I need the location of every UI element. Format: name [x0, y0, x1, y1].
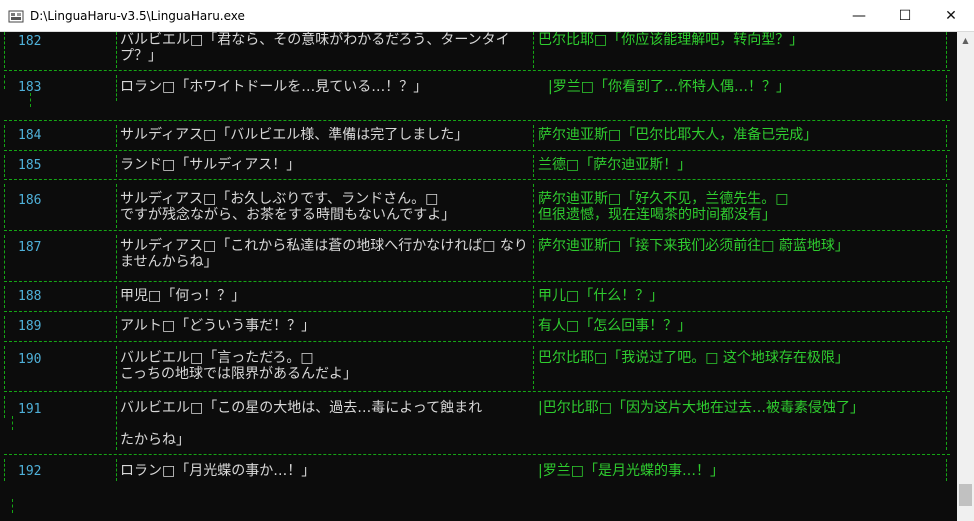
translated-text: 兰德□「萨尔迪亚斯！」 [538, 157, 692, 173]
close-button[interactable]: ✕ [928, 0, 974, 31]
line-number: 191 [18, 402, 42, 417]
source-text: ロラン□「ホワイトドールを…見ている…！？」 [120, 79, 428, 95]
line-number: 184 [18, 128, 42, 143]
source-text: バルビエル□「君なら、その意味がわかるだろう、ターンタイプ？」 [120, 32, 510, 64]
line-number: 189 [18, 319, 42, 334]
list-item: 187 サルディアス□「これから私達は蒼の地球へ行かなければ□ なりませんからね… [0, 231, 957, 282]
list-item: 192 ロラン□「月光蝶の事か…！」 |罗兰□「是月光蝶的事…！」 [0, 455, 957, 521]
app-icon [8, 10, 24, 22]
translated-text: 萨尔迪亚斯□「接下来我们必须前往□ 蔚蓝地球」 [538, 238, 849, 254]
translated-text: 萨尔迪亚斯□「巴尔比耶大人，准备已完成」 [538, 127, 818, 143]
list-item: 185 ランド□「サルディアス！」 兰德□「萨尔迪亚斯！」 [0, 151, 957, 180]
console-output: 182 バルビエル□「君なら、その意味がわかるだろう、ターンタイプ？」 巴尔比耶… [0, 32, 957, 521]
line-number: 182 [18, 34, 42, 49]
minimize-button[interactable]: — [836, 0, 882, 31]
source-text: サルディアス□「これから私達は蒼の地球へ行かなければ□ なりませんからね」 [120, 238, 528, 270]
list-item: 182 バルビエル□「君なら、その意味がわかるだろう、ターンタイプ？」 巴尔比耶… [0, 32, 957, 71]
line-number: 187 [18, 240, 42, 255]
maximize-button[interactable]: ☐ [882, 0, 928, 31]
translated-text: |罗兰□「你看到了…怀特人偶…！？」 [548, 79, 790, 95]
list-item: 190 バルビエル□「言っただろ。□ こっちの地球では限界があるんだよ」 巴尔比… [0, 342, 957, 392]
translated-text: 有人□「怎么回事！？」 [538, 318, 692, 334]
source-text: サルディアス□「バルビエル様、準備は完了しました」 [120, 127, 469, 143]
list-item: 186 サルディアス□「お久しぶりです、ランドさん。□ ですが残念ながら、お茶を… [0, 180, 957, 231]
scroll-up-arrow-icon[interactable]: ▲ [957, 32, 974, 49]
source-text: ロラン□「月光蝶の事か…！」 [120, 463, 316, 479]
list-item: 183 ロラン□「ホワイトドールを…見ている…！？」 |罗兰□「你看到了…怀特人… [0, 71, 957, 121]
source-text: 甲児□「何っ！？」 [120, 288, 246, 304]
source-text: サルディアス□「お久しぶりです、ランドさん。□ ですが残念ながら、お茶をする時間… [120, 191, 456, 223]
list-item: 184 サルディアス□「バルビエル様、準備は完了しました」 萨尔迪亚斯□「巴尔比… [0, 121, 957, 151]
line-number: 190 [18, 352, 42, 367]
source-text: ランド□「サルディアス！」 [120, 157, 301, 173]
line-number: 188 [18, 289, 42, 304]
source-text: バルビエル□「この星の大地は、過去…毒によって蝕まれ たからね」 [120, 400, 483, 448]
window-title: D:\LinguaHaru-v3.5\LinguaHaru.exe [30, 8, 245, 23]
line-number: 186 [18, 193, 42, 208]
list-item: 191 バルビエル□「この星の大地は、過去…毒によって蝕まれ たからね」 |巴尔… [0, 392, 957, 455]
translated-text: |巴尔比耶□「因为这片大地在过去…被毒素侵蚀了」 [538, 400, 864, 416]
scroll-thumb[interactable] [959, 484, 972, 506]
source-text: アルト□「どういう事だ！？」 [120, 318, 316, 334]
title-bar: D:\LinguaHaru-v3.5\LinguaHaru.exe — ☐ ✕ [0, 0, 974, 32]
list-item: 188 甲児□「何っ！？」 甲儿□「什么！？」 [0, 282, 957, 312]
list-item: 189 アルト□「どういう事だ！？」 有人□「怎么回事！？」 [0, 312, 957, 342]
translated-text: |罗兰□「是月光蝶的事…！」 [538, 463, 724, 479]
line-number: 185 [18, 158, 42, 173]
translated-text: 巴尔比耶□「我说过了吧。□ 这个地球存在极限」 [538, 350, 849, 366]
translated-text: 萨尔迪亚斯□「好久不见，兰德先生。□ 但很遗憾，现在连喝茶的时间都没有」 [538, 191, 789, 223]
translated-text: 巴尔比耶□「你应该能理解吧，转向型？」 [538, 32, 804, 48]
vertical-scrollbar[interactable]: ▲ [957, 32, 974, 521]
line-number: 183 [18, 80, 42, 95]
source-text: バルビエル□「言っただろ。□ こっちの地球では限界があるんだよ」 [120, 350, 358, 382]
line-number: 192 [18, 464, 42, 479]
translated-text: 甲儿□「什么！？」 [538, 288, 664, 304]
